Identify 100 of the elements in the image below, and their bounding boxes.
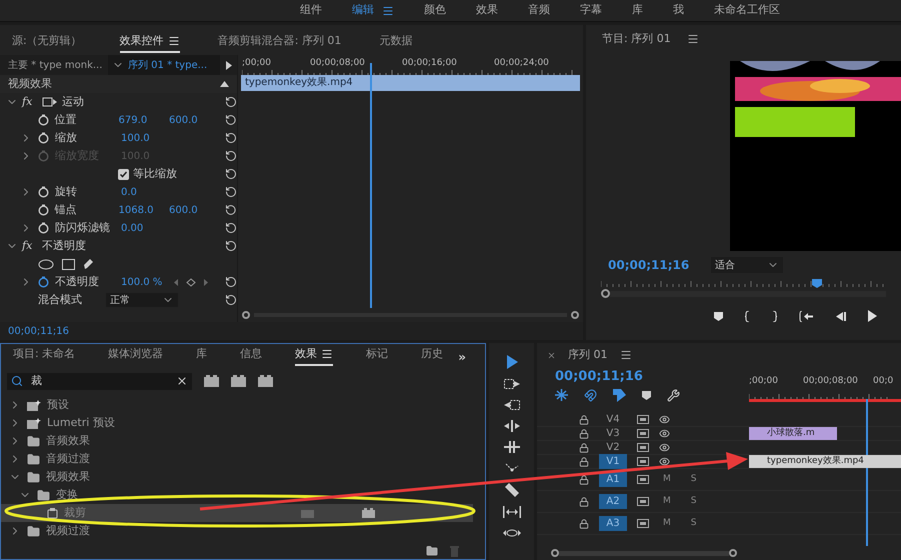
keyframe-navigator-icon[interactable] xyxy=(173,278,209,286)
workspace-tab[interactable]: 效果 xyxy=(476,2,498,19)
track-target[interactable]: V1 xyxy=(599,454,627,469)
sequence-tab[interactable]: 序列 01 xyxy=(568,346,608,364)
track-target[interactable]: A3 xyxy=(599,516,627,531)
checkbox[interactable] xyxy=(118,168,129,180)
workspace-tab[interactable]: 未命名工作区 xyxy=(714,2,780,19)
solo-button[interactable]: S xyxy=(690,494,696,508)
mute-button[interactable]: M xyxy=(663,494,671,508)
property-value[interactable]: 679.0 xyxy=(118,112,163,128)
workspace-tab[interactable]: 颜色 xyxy=(424,2,446,19)
reset-icon[interactable] xyxy=(225,186,237,198)
sync-lock-icon[interactable] xyxy=(637,443,649,452)
panel-tab[interactable]: 源:（无剪辑） xyxy=(12,32,82,53)
panel-menu-icon[interactable] xyxy=(620,349,632,361)
sync-lock-icon[interactable] xyxy=(637,519,649,528)
workspace-tab[interactable]: 我 xyxy=(673,2,684,19)
lock-icon[interactable] xyxy=(579,496,589,506)
effects-tree-item[interactable]: 音频过渡 xyxy=(1,450,474,468)
panel-tab[interactable]: 信息 xyxy=(240,346,262,366)
32-bit-filter-icon[interactable] xyxy=(231,375,246,387)
pen-icon[interactable] xyxy=(83,258,94,270)
property-value[interactable]: 600.0 xyxy=(168,202,214,218)
reset-icon[interactable] xyxy=(225,222,237,234)
panel-menu-icon[interactable] xyxy=(321,348,334,360)
panel-tab[interactable]: 效果控件 xyxy=(120,32,180,53)
slip-tool-icon[interactable] xyxy=(502,506,521,518)
reset-icon[interactable] xyxy=(225,114,238,126)
rectangle-mask-icon[interactable] xyxy=(62,258,75,270)
mark-in-icon[interactable] xyxy=(745,310,750,322)
property-value[interactable]: 100.0 xyxy=(121,130,167,146)
workspace-tab[interactable]: 字幕 xyxy=(580,2,602,19)
workspace-tab[interactable]: 库 xyxy=(632,2,643,19)
panel-tab[interactable]: 历史 xyxy=(421,346,444,366)
sequence-clip-dropdown[interactable]: 序列 01 * type... xyxy=(108,55,220,75)
effects-tree-item[interactable]: 变换 xyxy=(1,486,474,504)
step-back-icon[interactable] xyxy=(835,310,846,322)
stopwatch-icon[interactable] xyxy=(38,186,49,198)
stopwatch-icon[interactable] xyxy=(38,222,49,234)
menu-icon[interactable] xyxy=(382,4,394,16)
effects-tree-item[interactable]: 音频效果 xyxy=(1,432,474,450)
new-bin-icon[interactable] xyxy=(426,545,438,557)
panel-menu-icon[interactable] xyxy=(168,34,180,47)
effects-tree-item[interactable]: 裁剪 xyxy=(1,504,474,522)
property-value[interactable]: 1068.0 xyxy=(118,202,163,218)
mute-button[interactable]: M xyxy=(663,472,671,486)
ripple-edit-icon[interactable] xyxy=(504,399,520,411)
blend-mode-dropdown[interactable]: 正常 xyxy=(106,293,178,307)
add-marker-icon[interactable] xyxy=(642,390,651,400)
panel-tab[interactable]: 效果 xyxy=(295,346,334,366)
reset-icon[interactable] xyxy=(225,294,237,306)
eye-icon[interactable] xyxy=(659,428,670,439)
timecode[interactable]: 00;00;11;16 xyxy=(555,367,749,385)
timeline-clip[interactable]: typemonkey效果.mp4 xyxy=(749,455,901,468)
scroll-handle[interactable] xyxy=(242,311,250,319)
accelerated-effects-filter-icon[interactable] xyxy=(204,375,219,387)
eye-icon[interactable] xyxy=(659,442,670,453)
eye-icon[interactable] xyxy=(659,456,670,467)
settings-icon[interactable] xyxy=(667,388,680,402)
reset-icon[interactable] xyxy=(225,204,238,216)
sync-lock-icon[interactable] xyxy=(637,457,649,466)
panel-menu-icon[interactable] xyxy=(686,33,699,45)
lock-icon[interactable] xyxy=(579,442,589,452)
yuv-filter-icon[interactable] xyxy=(258,375,273,387)
property-value[interactable]: 0.0 xyxy=(121,184,167,200)
track-target[interactable]: A1 xyxy=(599,472,627,487)
effects-tree-item[interactable]: 视频效果 xyxy=(1,468,474,486)
razor-icon[interactable] xyxy=(504,483,519,497)
ellipse-mask-icon[interactable] xyxy=(38,258,54,270)
rolling-edit-icon[interactable] xyxy=(504,420,520,432)
track-target[interactable]: V3 xyxy=(599,426,627,441)
eye-icon[interactable] xyxy=(659,414,670,425)
reset-icon[interactable] xyxy=(225,150,237,162)
playhead-icon[interactable] xyxy=(812,279,822,288)
clear-icon[interactable] xyxy=(176,375,188,387)
master-clip-label[interactable]: 主要 * type monk... xyxy=(0,58,108,72)
track-select-icon[interactable] xyxy=(504,378,520,390)
timeline-clip[interactable]: 小球散落.m xyxy=(749,427,837,440)
hand-tool-icon[interactable] xyxy=(502,527,521,539)
play-icon[interactable] xyxy=(225,60,233,70)
effects-tree-item[interactable]: 预设 xyxy=(1,396,474,414)
snap-icon[interactable] xyxy=(584,388,597,402)
close-icon[interactable] xyxy=(547,350,556,360)
reset-icon[interactable] xyxy=(225,132,237,144)
clip-bar[interactable]: typemonkey效果.mp4 xyxy=(241,75,580,91)
panel-title[interactable]: 节目: 序列 01 xyxy=(602,30,671,48)
timecode[interactable]: 00;00;11;16 xyxy=(608,256,690,274)
solo-button[interactable]: S xyxy=(690,516,696,530)
nest-icon[interactable] xyxy=(555,389,568,401)
reset-icon[interactable] xyxy=(225,276,237,288)
overflow-button[interactable]: » xyxy=(458,348,466,366)
stopwatch-icon[interactable] xyxy=(38,276,49,288)
panel-tab[interactable]: 库 xyxy=(196,346,208,366)
sync-lock-icon[interactable] xyxy=(637,497,649,506)
mute-button[interactable]: M xyxy=(663,516,671,530)
panel-tab[interactable]: 媒体浏览器 xyxy=(108,346,164,366)
lock-icon[interactable] xyxy=(579,414,589,424)
sync-lock-icon[interactable] xyxy=(637,415,649,424)
property-value[interactable]: 100.0 % xyxy=(121,274,167,290)
track-target[interactable]: V2 xyxy=(599,440,627,455)
